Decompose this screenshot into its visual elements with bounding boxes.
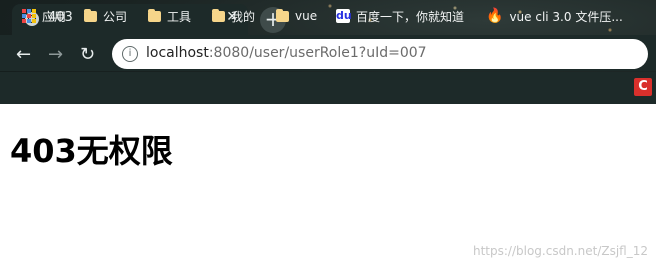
bookmark-apps[interactable]: 应用 — [22, 8, 66, 24]
url-host: localhost — [146, 45, 209, 61]
back-icon[interactable]: ← — [16, 44, 31, 65]
bookmark-label: 工具 — [167, 9, 192, 24]
bookmark-mine[interactable]: 我的 — [212, 8, 255, 24]
bookmark-label: 百度一下，你就知道 — [356, 9, 465, 24]
bookmark-overflow-icon[interactable]: C — [634, 78, 652, 96]
baidu-icon: du — [336, 9, 352, 23]
page-content: 403无权限 https://blog.csdn.net/Zsjfl_12 — [0, 104, 656, 264]
url-path: :8080/user/userRole1?uId=007 — [208, 45, 427, 61]
bookmarks-bar — [0, 72, 656, 104]
bookmark-label: 公司 — [103, 9, 128, 24]
folder-icon — [276, 8, 289, 22]
folder-icon — [84, 8, 97, 22]
url-text[interactable]: localhost:8080/user/userRole1?uId=007 — [146, 45, 427, 61]
browser-chrome: 403 ✕ + ← → ↻ i localhost:8080/user/user… — [0, 0, 656, 104]
forward-icon[interactable]: → — [48, 44, 63, 65]
bookmark-label: 我的 — [231, 9, 256, 24]
bookmark-company[interactable]: 公司 — [84, 8, 127, 24]
address-bar[interactable]: i localhost:8080/user/userRole1?uId=007 — [112, 39, 648, 69]
page-heading: 403无权限 — [10, 132, 173, 170]
flame-icon: 🔥 — [486, 8, 504, 24]
watermark: https://blog.csdn.net/Zsjfl_12 — [473, 244, 648, 258]
bookmark-label: 应用 — [42, 9, 67, 24]
bookmark-vue-cli[interactable]: 🔥 vue cli 3.0 文件压... — [486, 8, 623, 24]
bookmark-vue[interactable]: vue — [276, 8, 317, 24]
info-icon[interactable]: i — [122, 46, 138, 62]
reload-icon[interactable]: ↻ — [80, 44, 95, 65]
bookmark-tools[interactable]: 工具 — [148, 8, 191, 24]
bookmark-label: vue cli 3.0 文件压... — [509, 9, 623, 24]
folder-icon — [148, 8, 161, 22]
bookmark-baidu[interactable]: du 百度一下，你就知道 — [336, 8, 464, 24]
bookmark-label: vue — [295, 9, 318, 23]
apps-grid-icon — [22, 9, 36, 23]
folder-icon — [212, 8, 225, 22]
